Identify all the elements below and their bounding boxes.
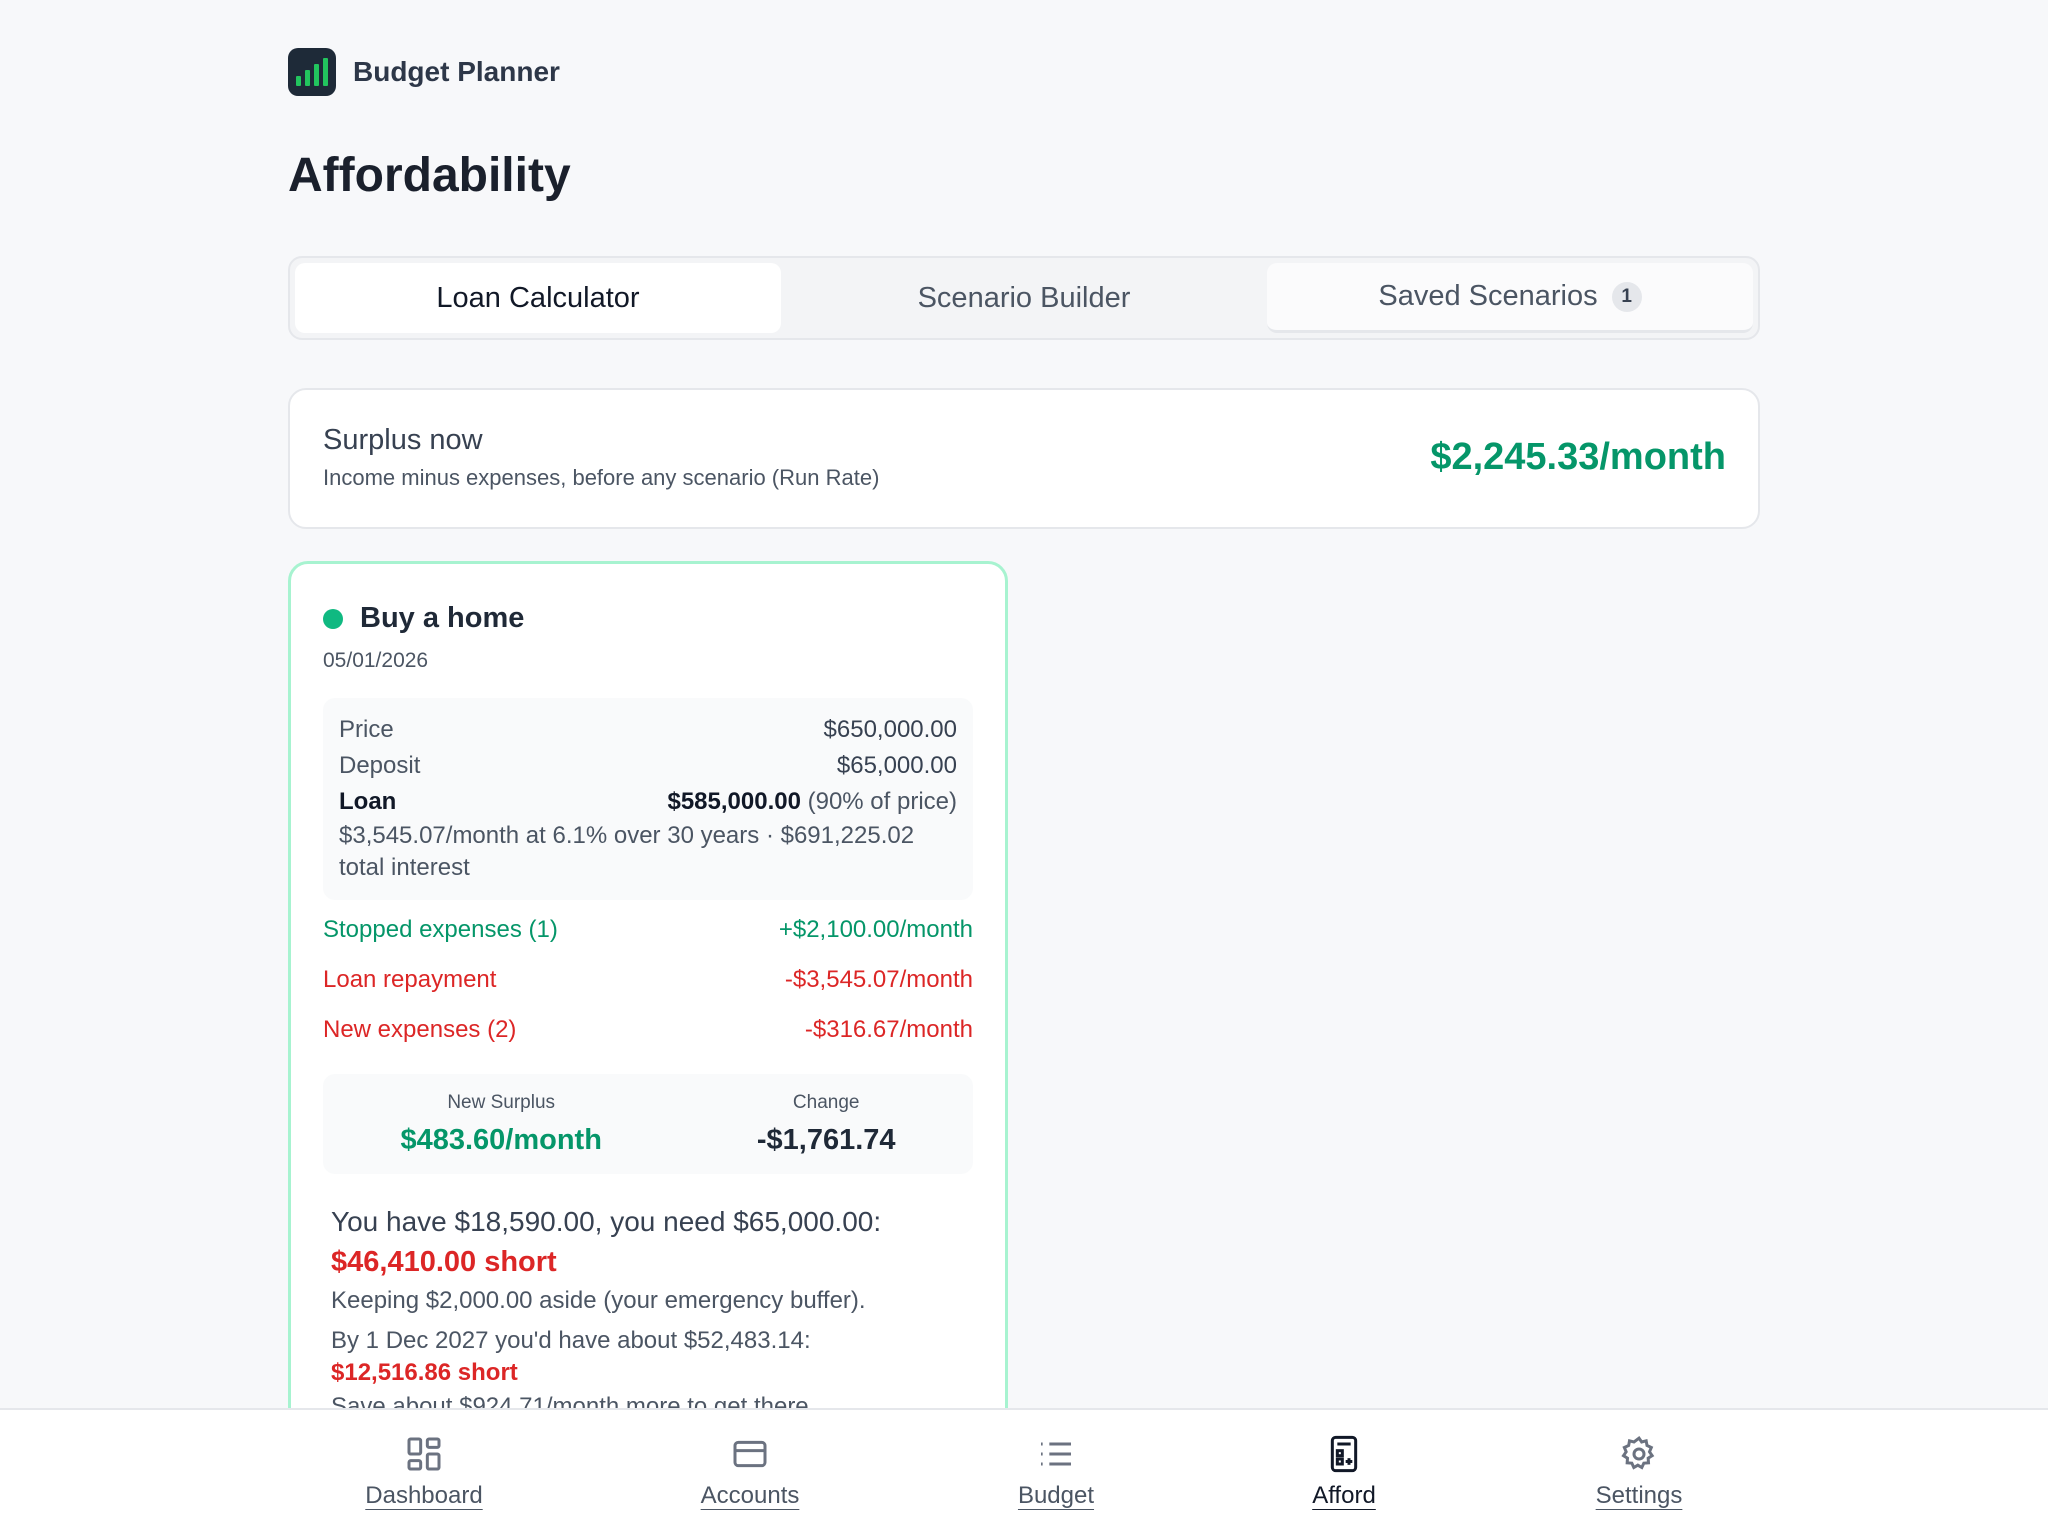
nav-label: Afford: [1312, 1482, 1376, 1509]
scenario-title: Buy a home: [360, 602, 525, 634]
new-surplus: New Surplus $483.60/month: [400, 1092, 601, 1157]
change-label: Stopped expenses (1): [323, 916, 558, 943]
change-label: Loan repayment: [323, 966, 497, 993]
bottom-nav: Dashboard Accounts Budget Afford Setting…: [0, 1408, 2048, 1536]
loan-percent: (90% of price): [807, 788, 957, 815]
deposit-value: $65,000.00: [836, 752, 957, 779]
change-row: Stopped expenses (1) +$2,100.00/month: [323, 916, 973, 944]
status-dot-icon: [323, 608, 343, 629]
nav-dashboard[interactable]: Dashboard: [324, 1434, 524, 1510]
nav-label: Settings: [1595, 1482, 1683, 1509]
shortfall-now: $46,410.00 short: [331, 1246, 557, 1278]
nav-afford[interactable]: Afford: [1244, 1434, 1444, 1510]
nav-label: Dashboard: [365, 1482, 483, 1509]
nav-label: Accounts: [700, 1482, 800, 1509]
tab-scenario-builder[interactable]: Scenario Builder: [781, 263, 1267, 333]
loan-summary: Price $650,000.00 Deposit $65,000.00 Loa…: [323, 698, 973, 900]
shortfall-later: $12,516.86 short: [331, 1359, 518, 1386]
scenario-card[interactable]: Buy a home 05/01/2026 Price $650,000.00 …: [288, 561, 1008, 1536]
change-value: +$2,100.00/month: [778, 916, 973, 943]
tab-label: Loan Calculator: [436, 281, 640, 314]
grid-icon: [407, 1437, 441, 1471]
nav-accounts[interactable]: Accounts: [650, 1434, 850, 1510]
change-value: -$1,761.74: [756, 1123, 896, 1156]
page-title: Affordability: [288, 149, 571, 202]
change-label: New expenses (2): [323, 1016, 517, 1043]
surplus-value: $2,245.33/month: [1430, 436, 1726, 478]
surplus-card: Surplus now Income minus expenses, befor…: [288, 388, 1760, 529]
price-value: $650,000.00: [823, 716, 957, 743]
scenario-header: Buy a home: [323, 602, 973, 635]
loan-note: $3,545.07/month at 6.1% over 30 years · …: [339, 822, 915, 881]
deposit-row: Deposit $65,000.00: [339, 748, 957, 784]
buffer-note: Keeping $2,000.00 aside (your emergency …: [331, 1287, 866, 1314]
price-row: Price $650,000.00: [339, 712, 957, 748]
app-header: Budget Planner: [288, 48, 560, 96]
new-surplus-value: $483.60/month: [400, 1123, 602, 1156]
tab-bar: Loan Calculator Scenario Builder Saved S…: [288, 256, 1760, 340]
change-value: -$3,545.07/month: [784, 966, 973, 993]
tab-label: Scenario Builder: [917, 281, 1131, 314]
price-label: Price: [339, 716, 394, 743]
tab-saved-scenarios[interactable]: Saved Scenarios 1: [1267, 263, 1753, 333]
loan-row: Loan $585,000.00 (90% of price): [339, 784, 957, 820]
card-icon: [733, 1440, 767, 1468]
loan-value: $585,000.00: [667, 788, 801, 815]
funding-summary: You have $18,590.00, you need $65,000.00…: [323, 1202, 973, 1424]
calculator-icon: [1330, 1435, 1358, 1473]
tab-label: Saved Scenarios: [1378, 280, 1598, 312]
change-row: Loan repayment -$3,545.07/month: [323, 966, 973, 994]
count-badge: 1: [1611, 281, 1642, 312]
projection-line: By 1 Dec 2027 you'd have about $52,483.1…: [331, 1327, 811, 1354]
nav-budget[interactable]: Budget: [956, 1434, 1156, 1510]
nav-settings[interactable]: Settings: [1539, 1434, 1739, 1510]
scenario-date: 05/01/2026: [323, 649, 429, 672]
tab-loan-calculator[interactable]: Loan Calculator: [295, 263, 781, 333]
gear-icon: [1621, 1436, 1655, 1470]
have-need-line: You have $18,590.00, you need $65,000.00…: [331, 1206, 882, 1237]
surplus-change: Change -$1,761.74: [757, 1092, 896, 1157]
app-title: Budget Planner: [353, 56, 560, 87]
loan-label: Loan: [339, 788, 397, 815]
change-value: -$316.67/month: [804, 1016, 973, 1043]
new-surplus-label: New Surplus: [447, 1091, 556, 1113]
change-label: Change: [792, 1091, 860, 1113]
list-icon: [1041, 1442, 1071, 1466]
nav-label: Budget: [1017, 1482, 1095, 1509]
change-row: New expenses (2) -$316.67/month: [323, 1016, 973, 1044]
new-surplus-box: New Surplus $483.60/month Change -$1,761…: [323, 1074, 973, 1174]
deposit-label: Deposit: [339, 752, 421, 779]
bar-chart-logo-icon: [288, 48, 336, 96]
